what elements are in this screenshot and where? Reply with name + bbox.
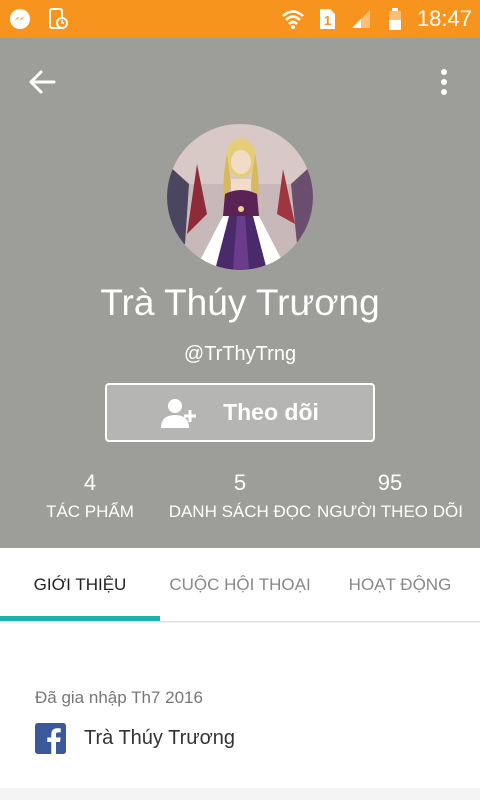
back-button[interactable] bbox=[20, 60, 64, 104]
stat-works-label: TÁC PHẨM bbox=[46, 502, 134, 521]
sim-toolkit-icon bbox=[46, 7, 70, 31]
stat-reading-lists[interactable]: 5 DANH SÁCH ĐỌC bbox=[165, 470, 315, 522]
follow-button-label: Theo dõi bbox=[223, 399, 319, 425]
tab-about[interactable]: GIỚI THIỆU bbox=[0, 548, 160, 622]
more-vertical-icon bbox=[441, 69, 447, 95]
facebook-link[interactable]: Trà Thúy Trương bbox=[35, 723, 235, 754]
tab-conversations[interactable]: CUỘC HỘI THOẠI bbox=[160, 548, 320, 622]
messenger-icon bbox=[8, 7, 32, 31]
arrow-left-icon bbox=[29, 70, 56, 94]
profile-stats: 4 TÁC PHẨM 5 DANH SÁCH ĐỌC 95 NGƯỜI THEO… bbox=[0, 470, 480, 530]
stat-reading-lists-value: 5 bbox=[233, 470, 247, 495]
clock: 18:47 bbox=[416, 6, 472, 31]
profile-header: Trà Thúy Trương @TrThyTrng Theo dõi 4 TÁ… bbox=[0, 38, 480, 548]
wifi-icon bbox=[281, 7, 305, 31]
sim-label: 1 bbox=[324, 13, 331, 28]
follow-button[interactable]: Theo dõi bbox=[105, 383, 375, 442]
avatar-image bbox=[167, 124, 313, 270]
status-bar: 1 18:47 bbox=[0, 0, 480, 38]
add-user-icon bbox=[161, 398, 197, 428]
facebook-icon bbox=[35, 723, 66, 754]
signal-icon bbox=[349, 7, 373, 31]
joined-date: Đã gia nhập Th7 2016 bbox=[35, 688, 203, 707]
active-tab-indicator bbox=[0, 616, 160, 621]
about-section: Đã gia nhập Th7 2016 Trà Thúy Trương bbox=[0, 623, 480, 788]
stat-works-value: 4 bbox=[83, 470, 97, 495]
avatar[interactable] bbox=[167, 124, 313, 270]
stat-works[interactable]: 4 TÁC PHẨM bbox=[30, 470, 150, 522]
facebook-name: Trà Thúy Trương bbox=[84, 727, 235, 749]
stat-reading-lists-label: DANH SÁCH ĐỌC bbox=[168, 502, 312, 521]
stat-followers[interactable]: 95 NGƯỜI THEO DÕI bbox=[315, 470, 465, 522]
sim-icon: 1 bbox=[315, 7, 339, 31]
stat-followers-label: NGƯỜI THEO DÕI bbox=[317, 502, 463, 521]
profile-tabs: GIỚI THIỆU CUỘC HỘI THOẠI HOẠT ĐỘNG bbox=[0, 548, 480, 622]
stat-followers-value: 95 bbox=[377, 470, 403, 495]
more-options-button[interactable] bbox=[426, 60, 462, 104]
tab-activity[interactable]: HOẠT ĐỘNG bbox=[320, 548, 480, 622]
profile-name: Trà Thúy Trương bbox=[100, 282, 380, 323]
battery-icon bbox=[383, 7, 407, 31]
profile-handle: @TrThyTrng bbox=[183, 343, 297, 365]
